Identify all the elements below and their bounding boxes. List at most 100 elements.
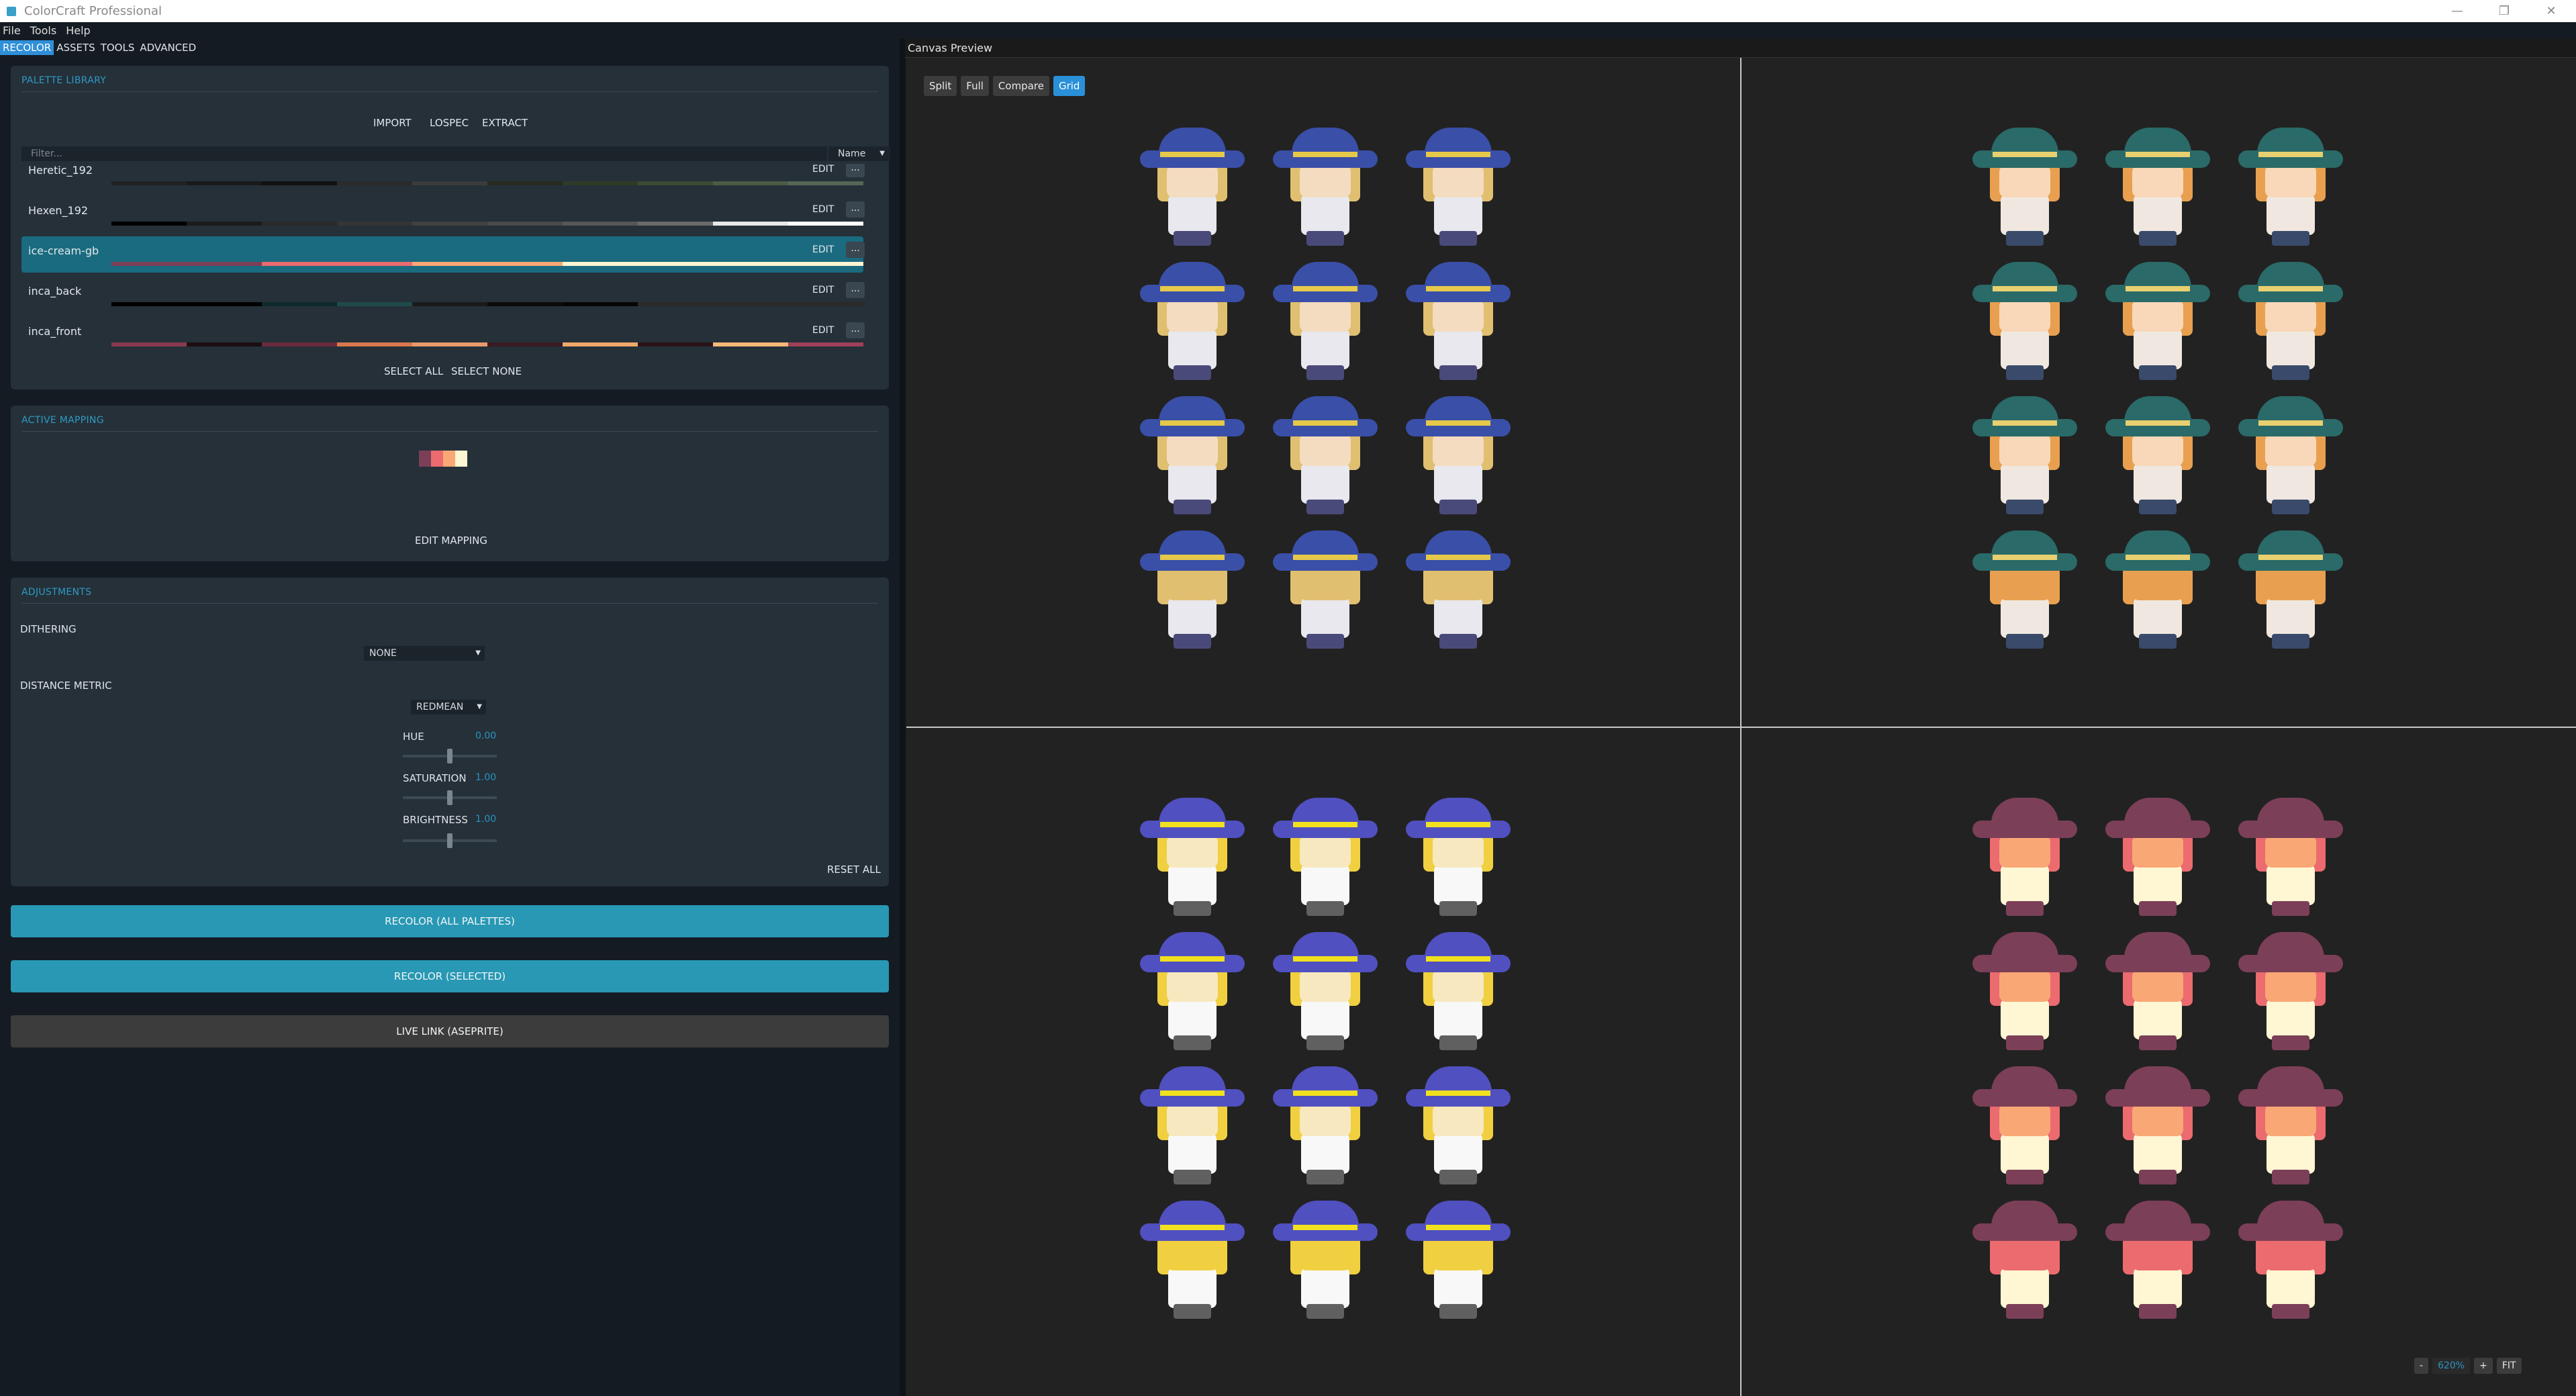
mapping-swatch[interactable] — [443, 451, 455, 467]
sprite-frame — [1971, 262, 2079, 383]
tab-tools[interactable]: TOOLS — [98, 40, 138, 55]
reset-all-button[interactable]: RESET ALL — [827, 864, 881, 876]
sprite-face — [2132, 970, 2183, 1002]
panel-title: ACTIVE MAPPING — [21, 415, 104, 426]
filter-input[interactable]: Filter... — [21, 146, 827, 161]
palette-row[interactable]: inca_front EDIT... — [21, 317, 865, 352]
divider — [21, 431, 878, 432]
palette-more-button[interactable]: ... — [846, 282, 865, 298]
distance-metric-label: DISTANCE METRIC — [20, 680, 112, 692]
sprite-legs — [2006, 634, 2044, 649]
sprite-body — [2001, 598, 2049, 638]
menu-file[interactable]: File — [3, 24, 21, 38]
recolor-all-button[interactable]: RECOLOR (ALL PALETTES) — [11, 905, 889, 937]
mapping-swatch[interactable] — [431, 451, 443, 467]
tab-advanced[interactable]: ADVANCED — [137, 40, 199, 55]
palette-edit-button[interactable]: EDIT — [812, 164, 834, 175]
palette-row[interactable]: Heretic_192 EDIT... — [21, 164, 865, 192]
palette-row[interactable]: Hexen_192 EDIT... — [21, 196, 865, 232]
view-full-button[interactable]: Full — [961, 76, 989, 96]
palette-swatch — [788, 181, 863, 185]
palette-swatch — [563, 181, 638, 185]
palette-swatch — [713, 222, 788, 226]
chevron-down-icon: ▼ — [879, 150, 885, 157]
import-button[interactable]: IMPORT — [373, 117, 412, 129]
saturation-slider-thumb[interactable] — [447, 790, 452, 805]
palette-list: Heretic_192 EDIT... Hexen_192 EDIT... ice-cr… — [11, 164, 889, 352]
sprite-legs — [2272, 231, 2309, 246]
sprite-frame — [1971, 1201, 2079, 1321]
palette-row[interactable]: ice-cream-gb EDIT... — [21, 236, 865, 273]
sprite-body — [2001, 999, 2049, 1039]
sprite-frame — [2237, 262, 2344, 383]
sprite-band — [2258, 822, 2323, 827]
palette-row[interactable]: inca_back EDIT... — [21, 277, 865, 313]
sprite-legs — [2272, 1035, 2309, 1050]
palette-swatch — [262, 302, 337, 306]
sprite-face — [1300, 970, 1351, 1002]
palette-swatch — [412, 181, 487, 185]
menu-tools[interactable]: Tools — [30, 24, 56, 38]
palette-edit-button[interactable]: EDIT — [812, 325, 834, 336]
select-all-button[interactable]: SELECT ALL — [384, 365, 443, 377]
palette-edit-button[interactable]: EDIT — [812, 204, 834, 215]
sprite-legs — [2139, 901, 2177, 916]
zoom-out-button[interactable]: - — [2414, 1358, 2429, 1374]
palette-more-button[interactable]: ... — [846, 322, 865, 338]
mapping-swatch[interactable] — [419, 451, 431, 467]
sprite-legs — [2139, 365, 2177, 380]
close-icon[interactable]: ✕ — [2531, 0, 2571, 22]
lospec-button[interactable]: LOSPEC — [430, 117, 469, 129]
palette-more-button[interactable]: ... — [846, 201, 865, 218]
minimize-icon[interactable]: — — [2437, 0, 2477, 22]
mapping-swatch[interactable] — [455, 451, 467, 467]
brightness-slider-thumb[interactable] — [447, 833, 452, 848]
view-grid-button[interactable]: Grid — [1053, 76, 1086, 96]
view-split-button[interactable]: Split — [924, 76, 957, 96]
sprite-face — [2132, 299, 2183, 332]
palette-more-button[interactable]: ... — [846, 164, 865, 177]
sprite-legs — [1439, 634, 1477, 649]
sprite-face — [1167, 165, 1218, 197]
sprite-legs — [1174, 500, 1211, 514]
panel-splitter[interactable] — [900, 39, 905, 1396]
tab-recolor[interactable]: RECOLOR — [0, 40, 54, 55]
palette-edit-button[interactable]: EDIT — [812, 285, 834, 295]
distance-metric-select[interactable]: REDMEAN ▼ — [411, 700, 486, 714]
palette-swatch — [638, 342, 713, 346]
sort-select[interactable]: Name ▼ — [828, 146, 890, 161]
dithering-select[interactable]: NONE ▼ — [364, 646, 485, 661]
sprite-legs — [2139, 1304, 2177, 1319]
sprite-frame — [2104, 396, 2211, 517]
sprite-band — [1293, 555, 1357, 560]
quadrant-divider-horizontal — [906, 727, 2576, 728]
palette-swatch — [187, 222, 262, 226]
sprite-body — [2001, 1268, 2049, 1308]
palette-edit-button[interactable]: EDIT — [812, 244, 834, 255]
sprite-body — [1434, 598, 1482, 638]
hue-slider-thumb[interactable] — [447, 749, 452, 763]
sprite-body — [2267, 195, 2315, 235]
sprite-legs — [1439, 901, 1477, 916]
sprite-legs — [1174, 634, 1211, 649]
live-link-button[interactable]: LIVE LINK (ASEPRITE) — [11, 1015, 889, 1048]
extract-button[interactable]: EXTRACT — [482, 117, 528, 129]
sprite-band — [1293, 1090, 1357, 1096]
sprite-legs — [1174, 365, 1211, 380]
sprite-frame — [2104, 530, 2211, 651]
palette-swatch — [262, 222, 337, 226]
menu-help[interactable]: Help — [66, 24, 90, 38]
palette-more-button[interactable]: ... — [846, 242, 865, 258]
palette-swatch — [638, 181, 713, 185]
recolor-selected-button[interactable]: RECOLOR (SELECTED) — [11, 960, 889, 992]
edit-mapping-button[interactable]: EDIT MAPPING — [415, 534, 487, 547]
maximize-icon[interactable]: ❐ — [2484, 0, 2524, 22]
sprite-face — [1167, 434, 1218, 466]
sprite-face — [1999, 1238, 2050, 1270]
tab-assets[interactable]: ASSETS — [54, 40, 97, 55]
zoom-in-button[interactable]: + — [2474, 1358, 2493, 1374]
select-none-button[interactable]: SELECT NONE — [451, 365, 522, 377]
view-compare-button[interactable]: Compare — [992, 76, 1049, 96]
zoom-fit-button[interactable]: FIT — [2496, 1358, 2522, 1374]
sprite-legs — [1174, 231, 1211, 246]
